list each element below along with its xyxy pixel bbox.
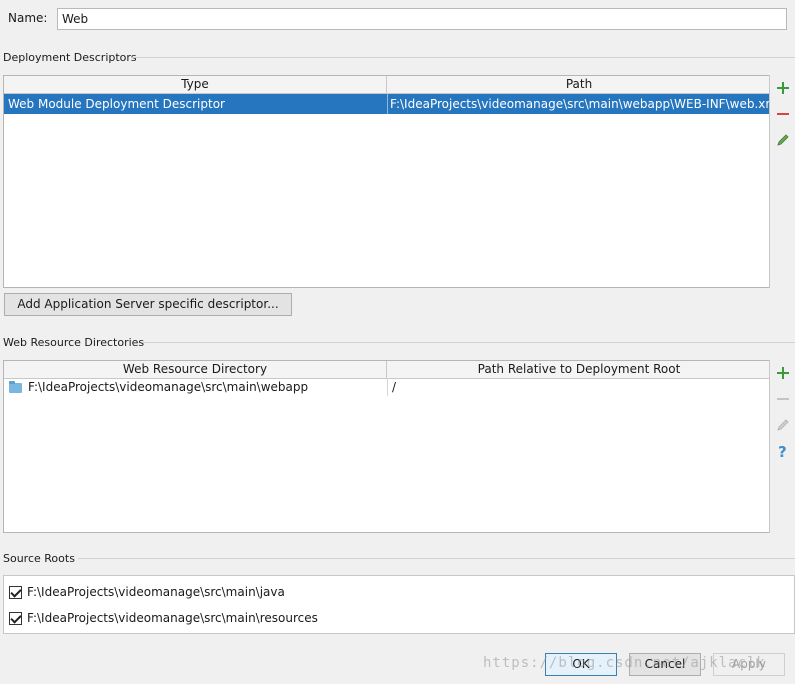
edit-descriptor-button[interactable]: [770, 129, 795, 151]
table-header: Web Resource Directory Path Relative to …: [4, 361, 769, 379]
apply-button[interactable]: Apply: [713, 653, 785, 676]
source-root-checkbox[interactable]: [9, 611, 22, 625]
descriptor-path: F:\IdeaProjects\videomanage\src\main\web…: [390, 97, 769, 111]
deployment-descriptors-separator: [132, 57, 795, 58]
web-resource-table[interactable]: Web Resource Directory Path Relative to …: [3, 360, 770, 533]
column-header-relative-path[interactable]: Path Relative to Deployment Root: [387, 361, 769, 378]
web-resource-directories-title: Web Resource Directories: [3, 336, 145, 349]
plus-icon: [777, 82, 789, 94]
minus-icon: [777, 113, 789, 115]
help-button[interactable]: ?: [770, 440, 795, 462]
descriptors-toolbar: [769, 75, 795, 288]
column-header-type[interactable]: Type: [4, 76, 387, 93]
svg-text:?: ?: [778, 444, 787, 458]
add-descriptor-button[interactable]: [770, 77, 795, 99]
minus-icon: [777, 398, 789, 400]
resource-directory: F:\IdeaProjects\videomanage\src\main\web…: [28, 380, 309, 394]
remove-directory-button[interactable]: [770, 388, 795, 410]
list-item[interactable]: F:\IdeaProjects\videomanage\src\main\jav…: [9, 585, 285, 599]
name-field[interactable]: [57, 8, 787, 30]
plus-icon: [777, 367, 789, 379]
source-roots-title: Source Roots: [3, 552, 75, 565]
web-resource-separator: [142, 342, 795, 343]
deployment-descriptors-table[interactable]: Type Path Web Module Deployment Descript…: [3, 75, 770, 288]
add-server-descriptor-button[interactable]: Add Application Server specific descript…: [4, 293, 292, 316]
name-label: Name:: [8, 11, 48, 25]
source-roots-separator: [78, 558, 795, 559]
folder-icon: [9, 381, 22, 393]
source-root-path: F:\IdeaProjects\videomanage\src\main\res…: [27, 611, 318, 625]
column-header-path[interactable]: Path: [387, 76, 769, 93]
remove-descriptor-button[interactable]: [770, 103, 795, 125]
table-header: Type Path: [4, 76, 769, 94]
source-roots-list: F:\IdeaProjects\videomanage\src\main\jav…: [3, 575, 795, 634]
descriptor-type: Web Module Deployment Descriptor: [8, 97, 225, 111]
table-row[interactable]: F:\IdeaProjects\videomanage\src\main\web…: [4, 378, 769, 396]
column-header-directory[interactable]: Web Resource Directory: [4, 361, 387, 378]
source-root-checkbox[interactable]: [9, 585, 22, 599]
question-icon: ?: [778, 444, 787, 458]
pencil-icon: [777, 134, 789, 146]
web-resource-toolbar: ?: [769, 360, 795, 533]
edit-directory-button[interactable]: [770, 414, 795, 436]
cancel-button[interactable]: Cancel: [629, 653, 701, 676]
pencil-icon: [777, 419, 789, 431]
deployment-descriptors-title: Deployment Descriptors: [3, 51, 137, 64]
relative-path: /: [392, 380, 397, 394]
add-directory-button[interactable]: [770, 362, 795, 384]
table-row[interactable]: Web Module Deployment Descriptor F:\Idea…: [4, 94, 769, 114]
source-root-path: F:\IdeaProjects\videomanage\src\main\jav…: [27, 585, 285, 599]
ok-button[interactable]: OK: [545, 653, 617, 676]
list-item[interactable]: F:\IdeaProjects\videomanage\src\main\res…: [9, 611, 318, 625]
